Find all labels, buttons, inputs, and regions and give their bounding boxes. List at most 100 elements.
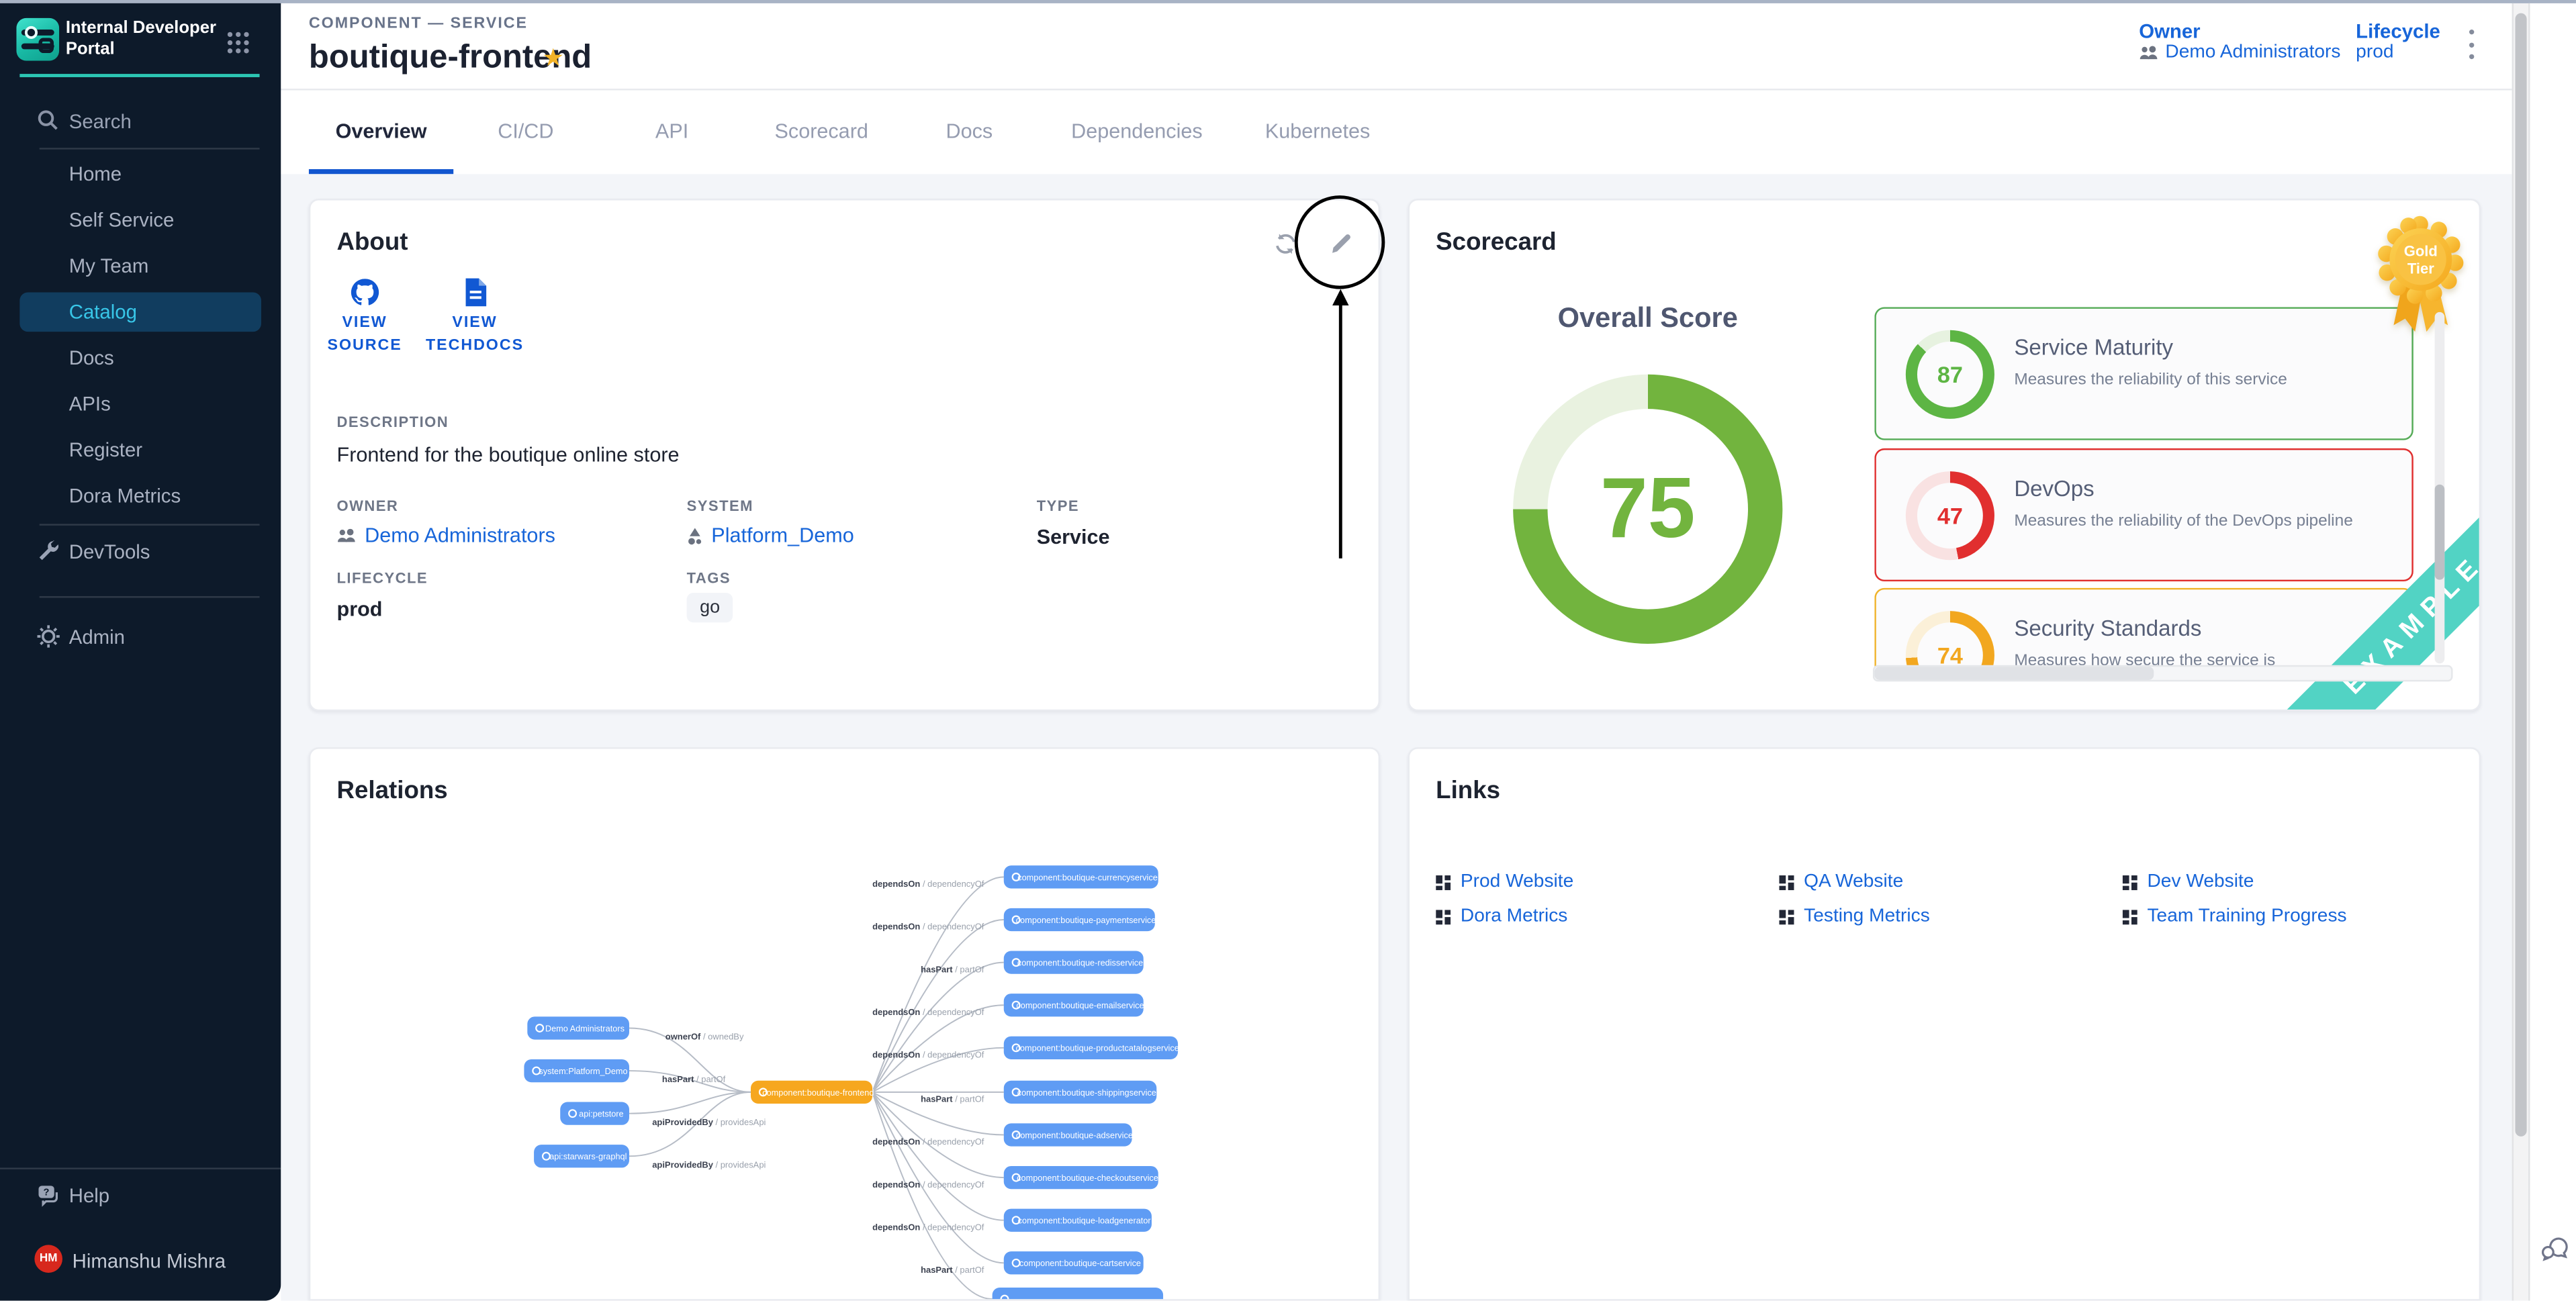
tab-bar: Overview CI/CD API Scorecard Docs Depend… <box>281 91 2512 175</box>
relations-graph[interactable]: dependsOn / dependencyOf dependsOn / depe… <box>310 749 1380 1301</box>
view-techdocs-button[interactable]: VIEW TECHDOCS <box>417 312 532 358</box>
sidebar-item-devtools[interactable]: DevTools <box>19 532 261 572</box>
relation-node[interactable]: component:boutique-checkoutservice <box>1004 1166 1158 1189</box>
relation-node[interactable]: system:Platform_Demo <box>524 1059 629 1082</box>
sidebar-item-dora-metrics[interactable]: Dora Metrics <box>19 476 261 516</box>
search-icon[interactable] <box>36 108 59 131</box>
relations-card: Relations dependsOn / dependencyOfdepend… <box>309 747 1380 1300</box>
relation-node[interactable]: component:boutique-loadgenerator <box>1004 1209 1152 1232</box>
relation-node[interactable]: component:boutique-productcatalogservice <box>1004 1037 1179 1059</box>
user-avatar[interactable]: HM <box>34 1245 62 1273</box>
relation-edge-label: apiProvidedBy / providesApi <box>652 1159 766 1169</box>
gold-tier-badge: Gold Tier <box>2367 210 2473 342</box>
sidebar-item-admin[interactable]: Admin <box>19 618 261 657</box>
sidebar-item-help[interactable]: ? Help <box>19 1176 261 1216</box>
link-dora-metrics[interactable]: Dora Metrics <box>1436 906 1567 926</box>
relation-node[interactable]: Demo Administrators <box>527 1016 629 1039</box>
owner-field-label: OWNER <box>337 497 399 514</box>
badge-line2: Tier <box>2407 260 2434 277</box>
scorecard-card: Scorecard Overall Score 75 87 Service Ma… <box>1408 199 2481 711</box>
breadcrumb: COMPONENT — SERVICE <box>309 15 528 33</box>
app-logo[interactable] <box>16 18 59 61</box>
sidebar-item-home[interactable]: Home <box>19 154 261 194</box>
svg-text:component:boutique-shippingser: component:boutique-shippingservice <box>1017 1088 1156 1098</box>
link-dev-website[interactable]: Dev Website <box>2123 872 2254 892</box>
relation-node[interactable]: component:boutique-paymentservice <box>1004 908 1156 931</box>
sliders-logo-icon <box>16 18 59 61</box>
user-name[interactable]: Himanshu Mishra <box>73 1250 226 1273</box>
github-icon <box>350 277 379 307</box>
metric-list-scrollbar-thumb[interactable] <box>2435 485 2445 580</box>
tab-overview[interactable]: Overview <box>336 120 427 143</box>
relation-node[interactable]: api:petstore <box>560 1102 629 1125</box>
metric-card-service-maturity[interactable]: 87 Service Maturity Measures the reliabi… <box>1874 307 2413 440</box>
about-card: About VIEW SOURCE VIE <box>309 199 1380 711</box>
relation-node[interactable]: component:boutique-currencyservice <box>1004 865 1158 888</box>
relation-node[interactable]: component:boutique-cartservice <box>1004 1251 1144 1274</box>
tab-docs[interactable]: Docs <box>946 120 993 143</box>
relation-edge-label: dependsOn / dependencyOf <box>872 1222 984 1232</box>
sidebar-item-my-team[interactable]: My Team <box>19 246 261 286</box>
tag-chip[interactable]: go <box>687 593 733 622</box>
svg-text:component:boutique-adservice: component:boutique-adservice <box>1016 1130 1133 1140</box>
view-source-button[interactable]: VIEW SOURCE <box>307 312 422 358</box>
header-owner-block: Owner Demo Administrators <box>2139 19 2340 62</box>
sidebar-divider <box>40 524 260 525</box>
lifecycle-label: Lifecycle <box>2356 19 2440 42</box>
more-options-kebab-icon[interactable] <box>2468 30 2475 59</box>
svg-text:component:boutique-emailservic: component:boutique-emailservice <box>1016 1000 1144 1010</box>
dashboard-icon <box>2123 875 2137 889</box>
links-card: Links Prod Website QA Website Dev Websit… <box>1408 747 2481 1300</box>
metric-card-security-standards[interactable]: 74 Security Standards Measures how secur… <box>1874 588 2413 667</box>
svg-text:Demo Administrators: Demo Administrators <box>545 1023 625 1033</box>
owner-field-link[interactable]: Demo Administrators <box>337 524 555 546</box>
metric-list-hscrollbar-thumb[interactable] <box>1874 667 2154 680</box>
sidebar-item-register[interactable]: Register <box>19 430 261 470</box>
svg-text:component:boutique-cartservice: component:boutique-cartservice <box>1019 1258 1141 1268</box>
relation-edge-label: hasPart / partOf <box>921 1094 984 1104</box>
owner-label: Owner <box>2139 19 2340 42</box>
metric-card-devops[interactable]: 47 DevOps Measures the reliability of th… <box>1874 448 2413 581</box>
sidebar-item-self-service[interactable]: Self Service <box>19 200 261 240</box>
owner-link[interactable]: Demo Administrators <box>2139 43 2340 62</box>
relation-node[interactable]: component:boutique-redisservice <box>1004 951 1144 973</box>
chat-widget-icon[interactable] <box>2540 1232 2569 1261</box>
page-scrollbar-thumb[interactable] <box>2515 13 2526 1137</box>
relation-edge-label: dependsOn / dependencyOf <box>872 1179 984 1190</box>
system-field-label: SYSTEM <box>687 497 753 514</box>
relation-center-node[interactable]: component:boutique-frontend <box>751 1081 874 1104</box>
sidebar-item-docs[interactable]: Docs <box>19 338 261 378</box>
link-prod-website[interactable]: Prod Website <box>1436 872 1573 892</box>
tab-kubernetes[interactable]: Kubernetes <box>1265 120 1370 143</box>
tab-dependencies[interactable]: Dependencies <box>1071 120 1203 143</box>
sidebar-item-apis[interactable]: APIs <box>19 384 261 424</box>
tab-api[interactable]: API <box>655 120 688 143</box>
relation-edge-label: dependsOn / dependencyOf <box>872 1137 984 1147</box>
dashboard-icon <box>2123 909 2137 924</box>
relation-node[interactable] <box>993 1288 1163 1301</box>
system-field-link[interactable]: Platform_Demo <box>687 524 854 546</box>
relation-node[interactable]: component:boutique-emailservice <box>1004 994 1144 1016</box>
app-switcher-icon[interactable] <box>225 30 251 56</box>
link-team-training-progress[interactable]: Team Training Progress <box>2123 906 2347 926</box>
svg-text:component:boutique-loadgenerat: component:boutique-loadgenerator <box>1018 1216 1152 1226</box>
search-input[interactable]: Search <box>69 110 132 133</box>
svg-text:api:starwars-graphql: api:starwars-graphql <box>549 1151 627 1161</box>
metric-donut: 47 <box>1906 471 1994 560</box>
dashboard-icon <box>1779 875 1794 889</box>
relation-node[interactable]: api:starwars-graphql <box>534 1145 629 1167</box>
relation-edge-label: hasPart / partOf <box>662 1074 726 1084</box>
relation-node[interactable]: component:boutique-adservice <box>1004 1123 1133 1146</box>
link-testing-metrics[interactable]: Testing Metrics <box>1779 906 1929 926</box>
badge-line1: Gold <box>2404 243 2438 260</box>
tab-cicd[interactable]: CI/CD <box>498 120 553 143</box>
lifecycle-field-label: LIFECYCLE <box>337 570 428 586</box>
people-icon <box>337 528 357 543</box>
relation-node[interactable]: component:boutique-shippingservice <box>1004 1081 1157 1104</box>
link-qa-website[interactable]: QA Website <box>1779 872 1903 892</box>
tab-scorecard[interactable]: Scorecard <box>775 120 868 143</box>
annotation-arrow-line <box>1339 302 1342 559</box>
sidebar-item-catalog[interactable]: Catalog <box>19 292 261 332</box>
favorite-star-icon[interactable]: ★ <box>542 43 564 73</box>
relations-title: Relations <box>337 777 448 805</box>
